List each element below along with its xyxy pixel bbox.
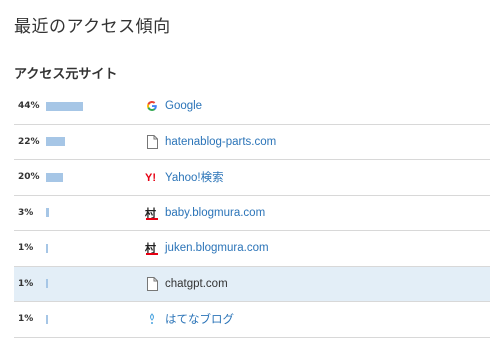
percent-label: 1%: [18, 278, 34, 289]
site-link-yahoo[interactable]: Y! Yahoo!検索: [145, 169, 224, 185]
svg-text:Y!: Y!: [145, 172, 156, 183]
page-title: 最近のアクセス傾向: [14, 17, 171, 37]
blogmura-icon: 村: [145, 241, 159, 256]
percent-label: 1%: [18, 314, 34, 325]
percent-bar: [46, 172, 63, 182]
section-title: アクセス元サイト: [14, 67, 118, 82]
percent-bar: [46, 243, 48, 253]
percent-bar: [46, 137, 65, 147]
site-link-google[interactable]: Google: [145, 99, 202, 113]
site-name: baby.blogmura.com: [165, 206, 266, 219]
site-link-juken-blogmura[interactable]: 村 juken.blogmura.com: [145, 241, 269, 256]
referrer-row-baby-blogmura: 3% 村 baby.blogmura.com: [14, 196, 490, 231]
site-name: juken.blogmura.com: [165, 242, 269, 255]
referrer-row-chatgpt: 1% chatgpt.com: [14, 266, 490, 302]
hatena-icon: [145, 312, 159, 326]
percent-label: 1%: [18, 243, 34, 254]
site-name: chatgpt.com: [165, 277, 228, 290]
percent-label: 3%: [18, 207, 34, 218]
percent-label: 44%: [18, 101, 40, 112]
percent-label: 20%: [18, 172, 40, 183]
percent-bar-track: [46, 172, 139, 182]
referrer-row-yahoo: 20% Y! Yahoo!検索: [14, 160, 490, 196]
site-name: Yahoo!検索: [165, 172, 224, 185]
percent-bar: [46, 314, 48, 324]
yahoo-icon: Y!: [145, 170, 159, 184]
referrer-row-hatena-blog: 1% はてなブログ: [14, 302, 490, 338]
site-name: はてなブログ: [165, 314, 234, 327]
percent-bar-track: [46, 279, 139, 289]
referrer-list: 44% Google 22% hatenablog-parts.com 20% …: [14, 89, 490, 338]
percent-bar-track: [46, 243, 139, 253]
percent-bar: [46, 208, 49, 218]
blogmura-icon: 村: [145, 206, 159, 220]
document-icon: [145, 134, 159, 149]
svg-text:村: 村: [145, 206, 156, 220]
site-link-hatenablog-parts[interactable]: hatenablog-parts.com: [145, 134, 277, 149]
google-icon: [145, 99, 159, 113]
site-entry-chatgpt: chatgpt.com: [145, 276, 228, 291]
referrer-row-hatenablog-parts: 22% hatenablog-parts.com: [14, 125, 490, 160]
document-icon: [145, 276, 159, 291]
referrer-row-google: 44% Google: [14, 89, 490, 125]
percent-bar-track: [46, 208, 139, 218]
percent-bar-track: [46, 137, 139, 147]
percent-label: 22%: [18, 136, 40, 147]
percent-bar-track: [46, 314, 139, 324]
referrer-row-juken-blogmura: 1% 村 juken.blogmura.com: [14, 231, 490, 267]
site-name: hatenablog-parts.com: [165, 135, 277, 148]
svg-text:村: 村: [145, 241, 156, 255]
site-name: Google: [165, 100, 203, 113]
site-link-baby-blogmura[interactable]: 村 baby.blogmura.com: [145, 206, 265, 220]
percent-bar: [46, 101, 83, 111]
site-link-hatena-blog[interactable]: はてなブログ: [145, 311, 234, 327]
percent-bar: [46, 279, 48, 289]
percent-bar-track: [46, 101, 139, 111]
